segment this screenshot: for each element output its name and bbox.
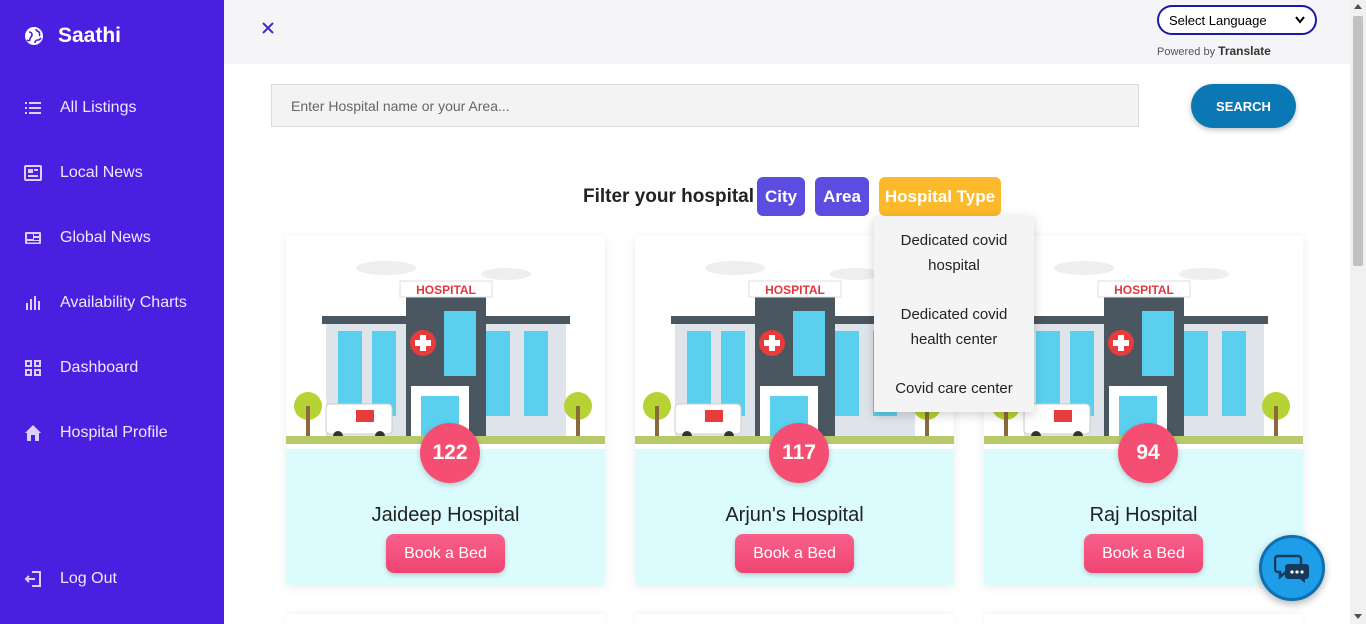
sidebar-item-label: Local News [60, 164, 143, 181]
dropdown-option-dedicated-covid-health-center[interactable]: Dedicated covid health center [874, 302, 1034, 352]
option-line: hospital [928, 257, 980, 274]
powered-brand[interactable]: Translate [1218, 44, 1271, 58]
home-icon [25, 425, 41, 441]
sidebar-item-dashboard[interactable]: Dashboard [24, 359, 138, 377]
hospital-name[interactable]: Jaideep Hospital [286, 504, 605, 527]
hospital-card-peek [984, 614, 1303, 624]
list-icon [25, 102, 41, 114]
logout-label: Log Out [60, 570, 117, 587]
language-select[interactable]: Select Language [1157, 5, 1317, 35]
area-filter-button[interactable]: Area [815, 177, 869, 216]
book-bed-button[interactable]: Book a Bed [386, 534, 505, 573]
hospital-card: HOSPITAL 122 Jaideep Hospital Book a Bed [286, 236, 605, 585]
city-filter-button[interactable]: City [757, 177, 805, 216]
available-beds-count: 122 [420, 423, 480, 483]
book-bed-button[interactable]: Book a Bed [735, 534, 854, 573]
dropdown-option-dedicated-covid-hospital[interactable]: Dedicated covid hospital [874, 228, 1034, 278]
hospital-card-peek [635, 614, 954, 624]
scroll-down-icon[interactable] [1354, 614, 1362, 619]
dropdown-option-covid-care-center[interactable]: Covid care center [874, 376, 1034, 401]
logout-button[interactable]: Log Out [24, 570, 117, 588]
available-beds-count: 117 [769, 423, 829, 483]
powered-prefix: Powered by [1157, 46, 1216, 58]
language-select-value: Select Language [1169, 12, 1267, 28]
sidebar-item-label: Global News [60, 229, 151, 246]
sidebar-item-hospital-profile[interactable]: Hospital Profile [24, 424, 168, 442]
brand[interactable]: Saathi [24, 24, 121, 48]
grid-icon [25, 360, 41, 376]
filter-label: Filter your hospital [583, 186, 755, 207]
hospital-type-dropdown: Dedicated covid hospital Dedicated covid… [874, 216, 1034, 412]
hospital-card-peek [286, 614, 605, 624]
option-line: health center [910, 331, 998, 348]
chevron-down-icon [1295, 16, 1305, 24]
sidebar: Saathi All Listings Local News Global Ne… [0, 0, 224, 624]
sidebar-item-availability-charts[interactable]: Availability Charts [24, 294, 187, 312]
hospital-sign: HOSPITAL [1114, 283, 1174, 297]
scrollbar[interactable] [1350, 0, 1366, 624]
hospital-sign: HOSPITAL [765, 283, 825, 297]
chat-icon [1274, 554, 1309, 583]
available-beds-count: 94 [1118, 423, 1178, 483]
news-icon [25, 232, 41, 244]
hospital-illustration: HOSPITAL [286, 236, 605, 449]
hospital-name[interactable]: Arjun's Hospital [635, 504, 954, 527]
globe-icon [25, 27, 43, 45]
bar-chart-icon [26, 296, 40, 310]
sidebar-item-label: Hospital Profile [60, 424, 168, 441]
search-placeholder: Enter Hospital name or your Area... [291, 97, 510, 114]
option-line: Dedicated covid [900, 306, 1008, 323]
sidebar-item-all-listings[interactable]: All Listings [24, 99, 136, 117]
hospital-sign: HOSPITAL [416, 283, 476, 297]
sidebar-item-global-news[interactable]: Global News [24, 229, 151, 247]
search-input[interactable]: Enter Hospital name or your Area... [271, 84, 1139, 127]
top-bar: Select Language Powered by Translate [224, 0, 1350, 64]
sidebar-item-local-news[interactable]: Local News [24, 164, 143, 182]
option-line: Dedicated covid [900, 232, 1008, 249]
scroll-up-icon[interactable] [1354, 4, 1362, 9]
newspaper-icon [24, 165, 42, 181]
sidebar-item-label: Dashboard [60, 359, 139, 376]
sidebar-item-label: All Listings [60, 99, 137, 116]
hospital-type-filter-button[interactable]: Hospital Type [879, 177, 1001, 216]
hospital-name[interactable]: Raj Hospital [984, 504, 1303, 527]
logout-icon [24, 571, 41, 587]
sidebar-item-label: Availability Charts [60, 294, 187, 311]
scroll-thumb[interactable] [1353, 16, 1363, 266]
app-name: Saathi [58, 24, 122, 47]
search-button[interactable]: SEARCH [1191, 84, 1296, 128]
powered-by: Powered by Translate [1157, 44, 1271, 58]
chat-button[interactable] [1259, 535, 1325, 601]
close-icon[interactable] [260, 20, 276, 36]
book-bed-button[interactable]: Book a Bed [1084, 534, 1203, 573]
